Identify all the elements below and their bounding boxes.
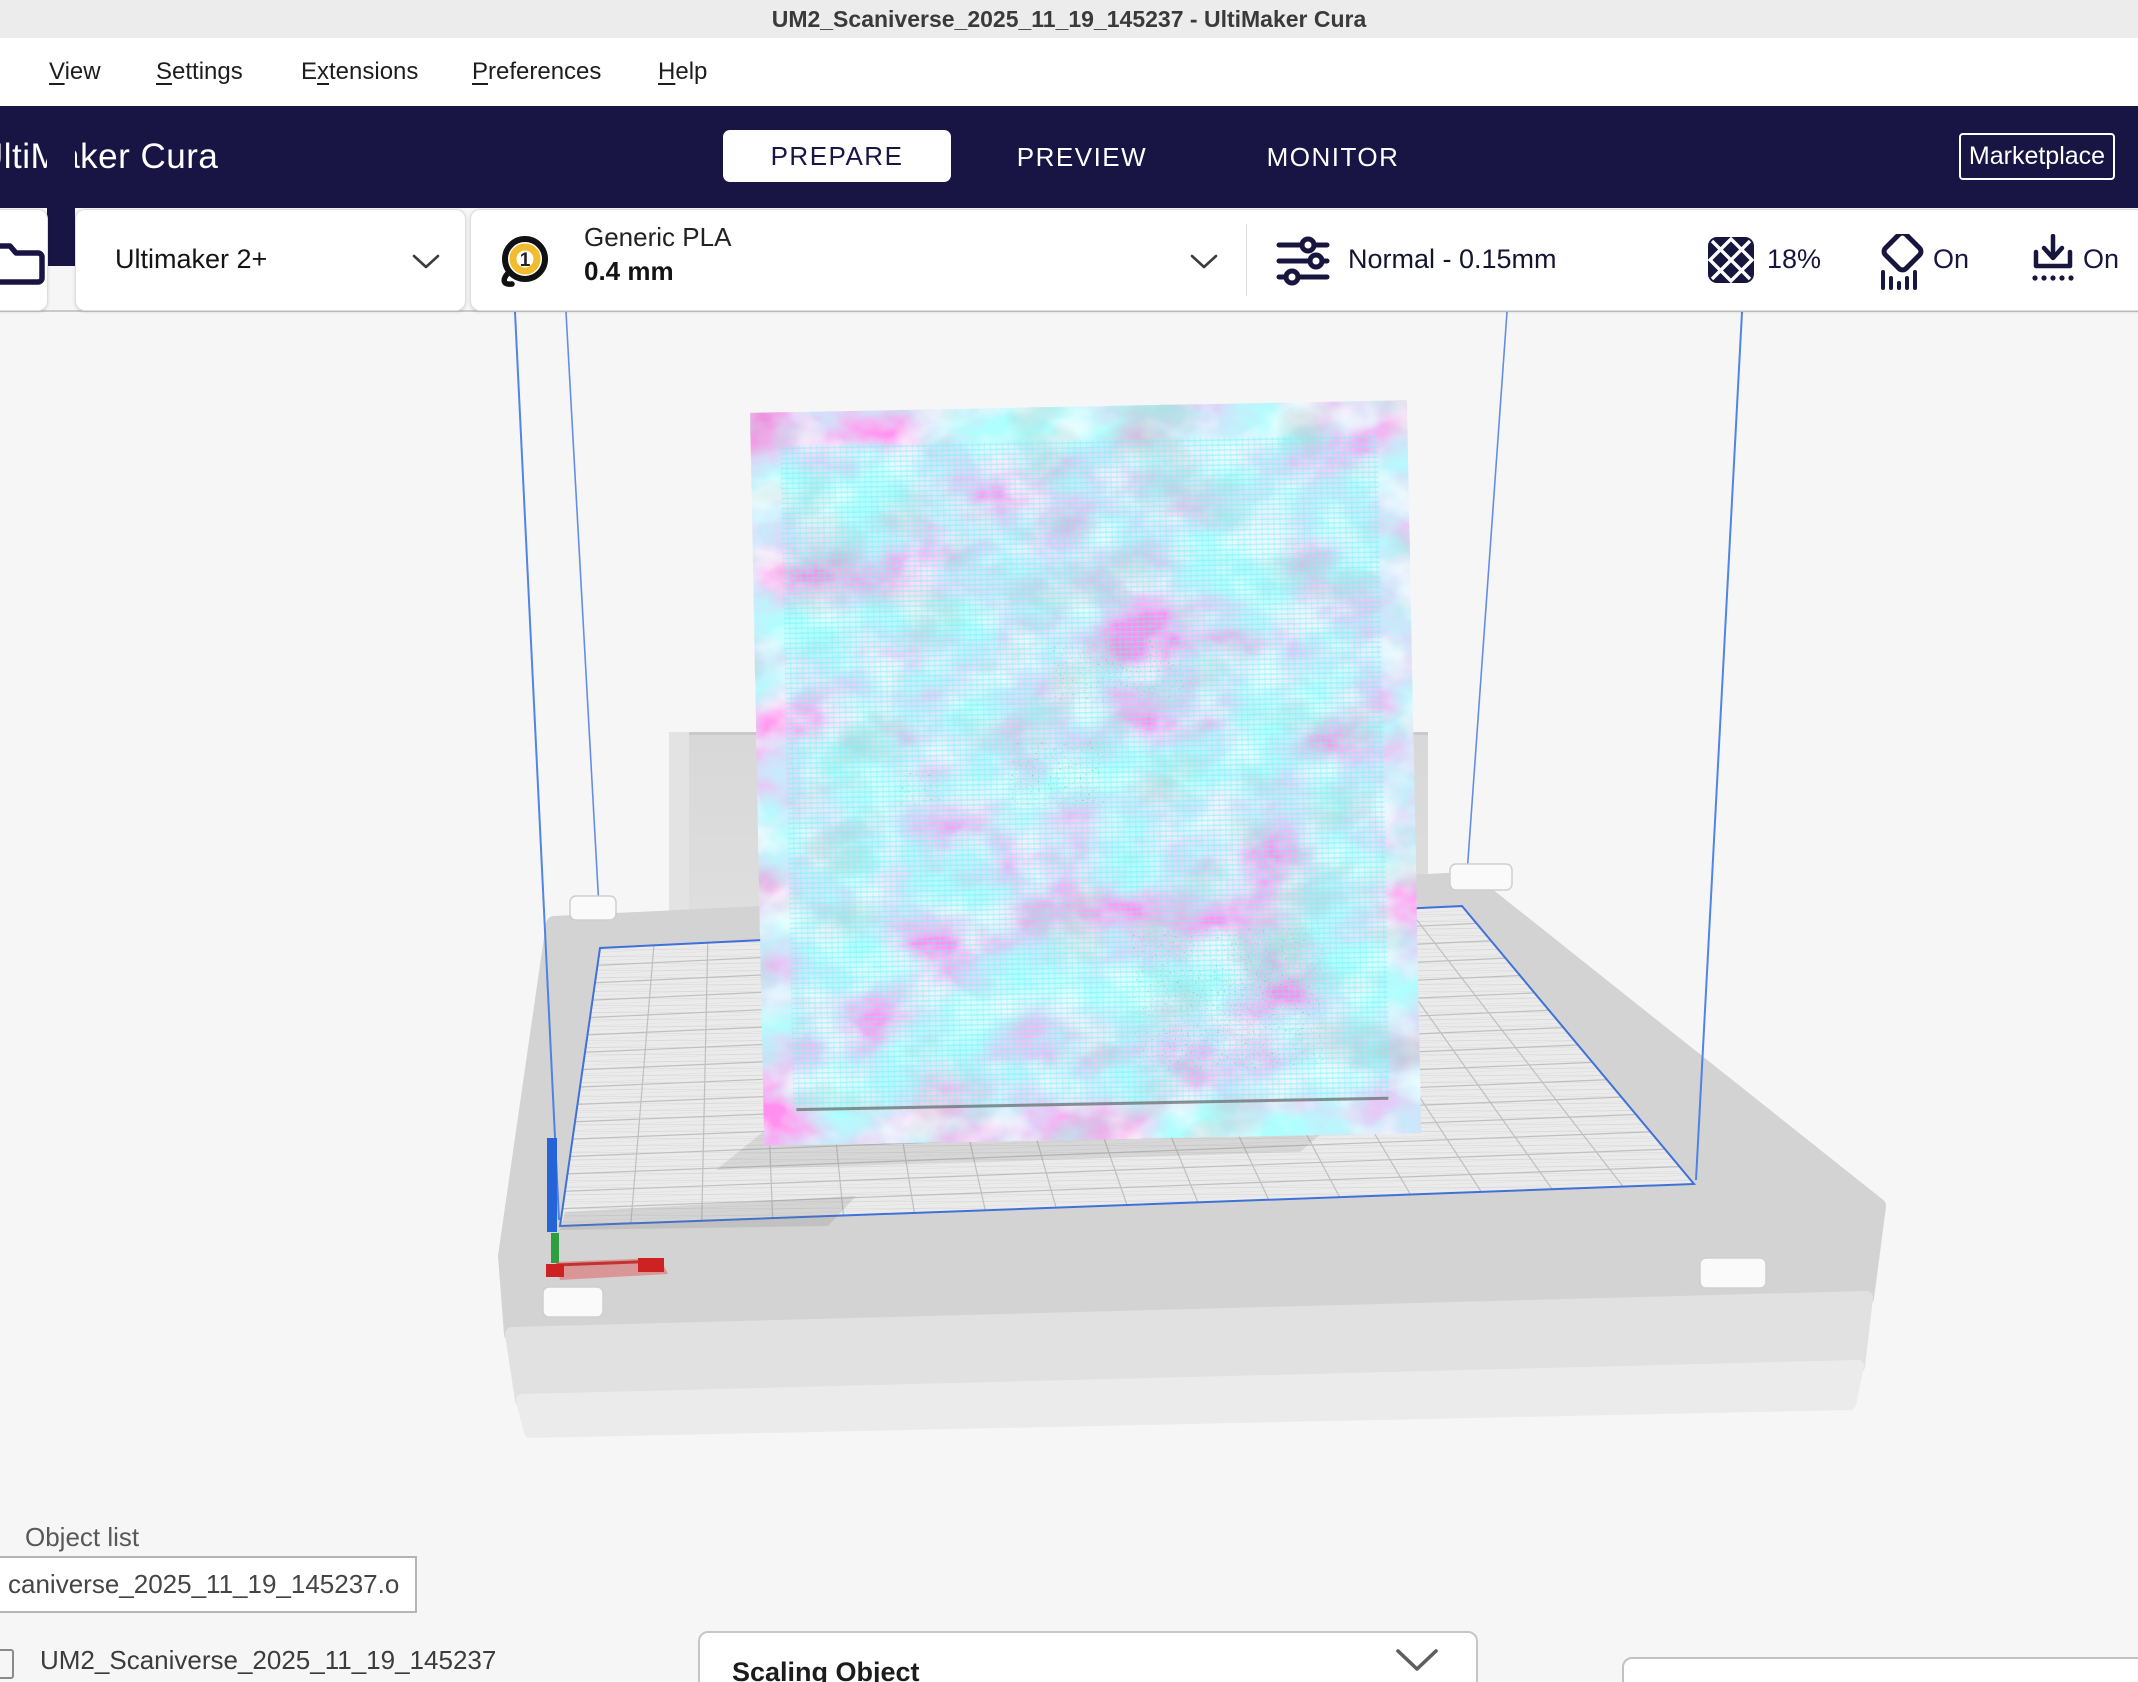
menu-help[interactable]: Help — [658, 38, 707, 106]
tab-preview[interactable]: PREVIEW — [1002, 106, 1162, 208]
menu-extensions[interactable]: Extensions — [301, 38, 418, 106]
chevron-down-icon[interactable] — [1394, 1647, 1440, 1673]
material-selector[interactable] — [471, 210, 1226, 310]
object-list-toggle[interactable]: Object list — [25, 1522, 139, 1553]
window-title-bar: UM2_Scaniverse_2025_11_19_145237 - UltiM… — [0, 0, 2138, 39]
cube-icon — [0, 1649, 14, 1679]
header-notch — [47, 106, 75, 266]
printer-name: Ultimaker 2+ — [115, 244, 267, 275]
open-file-button[interactable] — [0, 209, 48, 311]
configuration-bar: Ultimaker 2+ 1 Generic PLA 0.4 mm — [0, 208, 2138, 312]
menu-preferences[interactable]: Preferences — [472, 38, 601, 106]
cura-application-window: UM2_Scaniverse_2025_11_19_145237 - UltiM… — [0, 0, 2138, 1682]
object-name-tooltip: caniverse_2025_11_19_145237.o — [0, 1556, 417, 1613]
support-value: On — [1933, 244, 1969, 275]
chevron-down-icon — [411, 253, 441, 270]
viewport-3d[interactable] — [0, 312, 2138, 1682]
material-and-settings-card: 1 Generic PLA 0.4 mm Normal - 0 — [470, 209, 2138, 311]
scaling-dialog-title: Scaling Object — [732, 1657, 920, 1682]
object-list-item-label: UM2_Scaniverse_2025_11_19_145237 — [40, 1645, 496, 1676]
chevron-down-icon — [1189, 253, 1219, 270]
tab-prepare[interactable]: PREPARE — [723, 130, 951, 182]
action-panel — [1622, 1657, 2138, 1682]
menu-settings[interactable]: Settings — [156, 38, 243, 106]
adhesion-icon — [2027, 234, 2079, 290]
infill-icon — [1707, 236, 1755, 284]
marketplace-button[interactable]: Marketplace — [1959, 133, 2115, 180]
main-header: UltiMaker Cura PREPARE PREVIEW MONITOR M… — [0, 106, 2138, 208]
folder-icon — [0, 236, 45, 286]
model-object[interactable] — [781, 434, 1391, 1111]
print-settings-sliders-icon — [1275, 236, 1331, 286]
menu-view[interactable]: View — [49, 38, 101, 106]
infill-value: 18% — [1767, 244, 1821, 275]
x-axis-indicator — [546, 1264, 564, 1277]
z-axis-indicator — [547, 1138, 557, 1232]
y-axis-indicator — [551, 1233, 559, 1263]
cura-logo: UltiMaker Cura — [0, 106, 218, 208]
menu-bar: View Settings Extensions Preferences Hel… — [0, 38, 2138, 106]
printer-selector[interactable]: Ultimaker 2+ — [75, 209, 466, 311]
profile-label: Normal - 0.15mm — [1348, 244, 1557, 275]
support-icon — [1876, 234, 1928, 290]
window-title: UM2_Scaniverse_2025_11_19_145237 - UltiM… — [0, 0, 2138, 38]
tab-monitor[interactable]: MONITOR — [1248, 106, 1418, 208]
scaling-object-dialog: Scaling Object — [698, 1631, 1478, 1682]
adhesion-value: On — [2083, 244, 2119, 275]
